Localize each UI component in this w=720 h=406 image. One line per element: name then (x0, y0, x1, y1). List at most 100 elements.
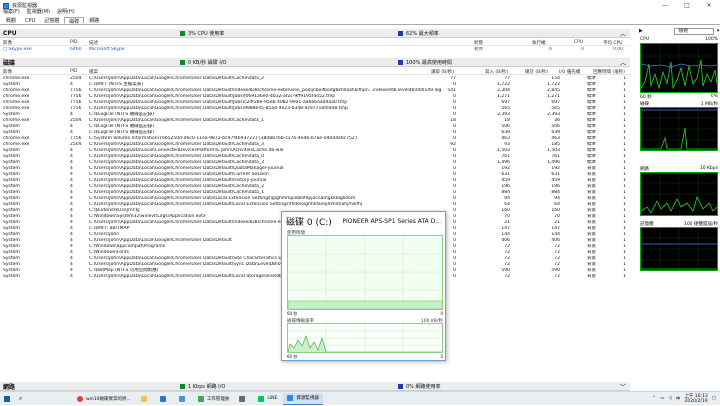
disk-active-metric: 100% 最高使用時間 (398, 59, 452, 66)
disk-io-text: 0 KB/秒 磁碟 I/O (188, 59, 227, 66)
disk-graph-svg (641, 108, 717, 150)
cell-total: 72 (554, 274, 560, 279)
popup-graph1-min: 0 (440, 311, 443, 316)
network-icon[interactable]: ▭ (660, 396, 664, 401)
clock[interactable]: 上午 10:13 2020/2/19 (684, 394, 707, 404)
cpu-col-cpu[interactable]: CPU (574, 40, 583, 45)
tab-bar: 概觀 CPU 記憶體 磁碟 網路 (0, 17, 720, 25)
menu-bar: 檔案(F) 監視器(M) 說明(H) (0, 9, 720, 16)
disk-table-header: 影像 PID 檔案 讀取 (B/秒) 寫入 (B/秒) 總計 (B/秒) I/O… (0, 69, 630, 75)
cell-response: 1 (623, 274, 626, 279)
disk-col-response[interactable]: 回應時間 (毫秒) (593, 69, 625, 75)
windows-start-icon[interactable] (0, 392, 13, 406)
tab-disk[interactable]: 磁碟 (64, 17, 85, 25)
popup-graph2-min: 0 (440, 354, 443, 359)
graphs-toolbar: ▶ 檢視 ▾ (636, 26, 720, 36)
cpu-section-header[interactable]: CPU 3% CPU 使用率 62% 最大頻率 ︿ (0, 29, 630, 38)
cell-pid: 6460 (70, 47, 82, 52)
view-dropdown[interactable]: 檢視 (673, 27, 714, 35)
transfer-graph-svg (288, 324, 442, 352)
cell-pid: 4 (70, 274, 73, 279)
network-io-swatch (180, 383, 185, 389)
cpu-col-status[interactable]: 狀態 (474, 40, 483, 46)
app-icon (239, 395, 246, 402)
popup-timespan: 60 秒 (287, 311, 298, 316)
disk-col-file[interactable]: 檔案 (89, 69, 98, 75)
taskbar-item-task-manager[interactable]: 工作管理員 (194, 393, 234, 405)
cell-image[interactable]: System (3, 274, 67, 280)
chevron-up-icon[interactable]: ︿ (620, 58, 626, 67)
resource-monitor-icon (287, 395, 294, 401)
cpu-usage-text: 3% CPU 使用率 (188, 30, 225, 37)
tab-network[interactable]: 網路 (85, 17, 103, 24)
disk-col-image[interactable]: 影像 (3, 69, 12, 75)
cpu-col-desc[interactable]: 描述 (89, 40, 98, 46)
notification-icon[interactable]: ▢ (712, 396, 716, 401)
disk-col-priority[interactable]: I/O 優先權 (559, 69, 580, 75)
tray-chevron-up-icon[interactable]: ⌃ (652, 396, 656, 401)
taskbar-item-mail[interactable] (175, 393, 192, 405)
line-icon (258, 395, 265, 402)
store-icon (159, 395, 166, 402)
chevron-down-icon[interactable]: ▾ (717, 28, 720, 34)
network-section-title: 網路 (3, 383, 16, 391)
popup-graph2-footer: 60 秒 0 (287, 354, 443, 360)
view-dropdown-label: 檢視 (678, 28, 688, 34)
resource-monitor-window: 資源監視器 — □ ✕ 檔案(F) 監視器(M) 說明(H) 概觀 CPU 記憶… (0, 0, 720, 391)
cpu-col-pid[interactable]: PID (70, 40, 78, 45)
memory-graph (640, 227, 718, 271)
taskbar-item-line[interactable]: LINE (254, 393, 281, 405)
tab-cpu[interactable]: CPU (21, 17, 39, 24)
chevron-down-icon[interactable]: ﹀ (620, 382, 626, 391)
taskbar-item-app[interactable] (235, 393, 252, 405)
cpu-graph (640, 43, 718, 93)
cpu-col-image[interactable]: 影像 (3, 40, 12, 46)
taskbar-item-store[interactable] (156, 393, 173, 405)
disk-col-write[interactable]: 寫入 (B/秒) (485, 69, 508, 75)
network-graph (640, 172, 718, 216)
cpu-graph-footer: 60 秒 0% (640, 94, 718, 100)
cpu-table-row[interactable]: □ Skype.exe 6460 Microsoft Skype 暫停 6 0 … (0, 47, 630, 53)
cell-avg: 0.00 (612, 47, 623, 52)
menu-help[interactable]: 說明(H) (57, 9, 75, 16)
taskbar-item-resource-monitor[interactable]: 資源監視器 (283, 392, 323, 405)
disk-section-header[interactable]: 磁碟 0 KB/秒 磁碟 I/O 100% 最高使用時間 ︿ (0, 58, 630, 67)
cell-write: 72 (504, 274, 510, 279)
cpu-col-avg[interactable]: 平均 CPU (603, 40, 623, 46)
cpu-graph-min: 0% (710, 94, 718, 99)
taskbar-item-folder[interactable] (137, 393, 154, 405)
taskbar-item-resource-monitor-label: 資源監視器 (296, 396, 319, 401)
popup-timespan-2: 60 秒 (287, 354, 298, 359)
menu-monitor[interactable]: 監視器(M) (27, 9, 50, 16)
tab-overview[interactable]: 概觀 (2, 17, 20, 24)
disk-col-read[interactable]: 讀取 (B/秒) (431, 69, 454, 75)
chevron-up-icon[interactable]: ︿ (620, 29, 626, 38)
cpu-graph-timespan: 60 秒 (640, 95, 652, 100)
disk-performance-popup[interactable]: 磁碟 0 (C:) PIONEER APS-SP1 Series ATA D..… (281, 211, 446, 361)
network-section-header[interactable]: 網路 1 Kbps 網路 I/O 0% 網路使用率 ﹀ (0, 382, 630, 391)
taskbar-item-browser[interactable]: win10磁碟異常的原... (73, 393, 135, 405)
disk-io-swatch (180, 59, 185, 65)
clock-date: 2020/2/19 (684, 398, 708, 404)
cpu-freq-text: 62% 最大頻率 (406, 30, 439, 37)
folder-icon (140, 395, 147, 402)
mail-icon (178, 395, 185, 402)
tab-memory[interactable]: 記憶體 (40, 17, 63, 24)
taskbar-search-icon[interactable]: ⌕ (15, 393, 71, 405)
cpu-col-threads[interactable]: 執行緒 (532, 40, 546, 46)
popup-disk-model: PIONEER APS-SP1 Series ATA D... (342, 218, 441, 225)
disk-col-pid[interactable]: PID (70, 69, 78, 74)
disk-section-title: 磁碟 (3, 59, 16, 67)
app-icon (3, 2, 9, 9)
memory-graph-svg (641, 228, 717, 270)
disk-col-total[interactable]: 總計 (B/秒) (525, 69, 548, 75)
popup-active-time-graph (287, 235, 443, 310)
cell-image[interactable]: □ Skype.exe (3, 47, 67, 53)
ime-icon[interactable]: 中 (676, 396, 681, 402)
volume-icon[interactable]: ◁ (668, 396, 671, 401)
collapse-graphs-icon[interactable]: ▶ (639, 28, 643, 34)
cell-threads: 6 (549, 47, 552, 52)
menu-file[interactable]: 檔案(F) (3, 9, 20, 16)
cpu-graph-svg (640, 44, 718, 92)
cpu-usage-swatch (180, 30, 185, 36)
